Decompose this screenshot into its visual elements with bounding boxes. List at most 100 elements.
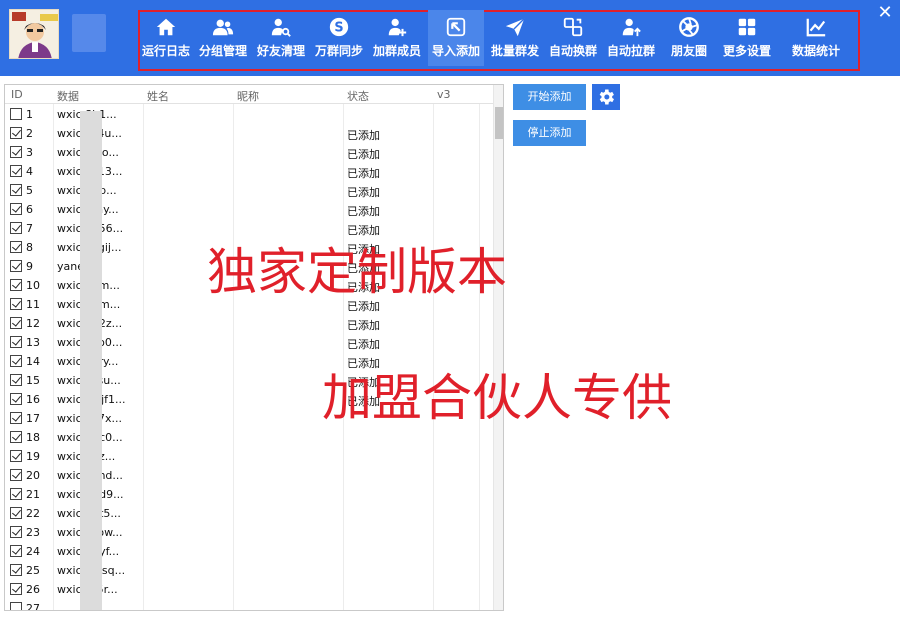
table-row[interactable]: 27: [5, 599, 493, 611]
row-checkbox[interactable]: [10, 450, 22, 462]
start-add-button[interactable]: 开始添加: [513, 84, 586, 110]
row-checkbox[interactable]: [10, 260, 22, 272]
row-checkbox[interactable]: [10, 469, 22, 481]
nav-run-log[interactable]: 运行日志: [140, 10, 192, 66]
nav-group-manage[interactable]: 分组管理: [196, 10, 250, 66]
table-row[interactable]: 18 wxic 7gc0...: [5, 428, 493, 447]
row-id: 15: [26, 374, 40, 387]
col-v3[interactable]: v3: [437, 88, 451, 101]
row-id: 5: [26, 184, 33, 197]
nav-moments[interactable]: 朋友圈: [662, 10, 716, 66]
table-row[interactable]: 22 wxic 9ut5...: [5, 504, 493, 523]
table-scrollbar[interactable]: [493, 85, 503, 610]
col-id[interactable]: ID: [11, 88, 23, 101]
table-row[interactable]: 4 wxic z413... 已添加: [5, 162, 493, 181]
table-row[interactable]: 6wxic tday...已添加: [5, 200, 493, 219]
table-row[interactable]: 21 wxic g1d9...: [5, 485, 493, 504]
row-checkbox[interactable]: [10, 564, 22, 576]
row-checkbox[interactable]: [10, 393, 22, 405]
row-id: 4: [26, 165, 33, 178]
nav-import-add[interactable]: 导入添加: [428, 10, 484, 66]
row-checkbox[interactable]: [10, 488, 22, 500]
col-nickname[interactable]: 昵称: [237, 88, 259, 104]
row-checkbox[interactable]: [10, 317, 22, 329]
row-checkbox[interactable]: [10, 165, 22, 177]
nav-label: 好友清理: [256, 44, 305, 58]
row-checkbox[interactable]: [10, 184, 22, 196]
row-status: 已添加: [347, 205, 380, 218]
row-checkbox[interactable]: [10, 374, 22, 386]
avatar-logo-icon: [9, 9, 59, 59]
row-checkbox[interactable]: [10, 507, 22, 519]
row-status: 已添加: [347, 319, 380, 332]
nav-bulk-send[interactable]: 批量群发: [488, 10, 542, 66]
row-checkbox[interactable]: [10, 127, 22, 139]
top-toolbar: 运行日志 分组管理 好友清理 S 万群同步 加群成员 导入添加 批量群发 自动换…: [0, 0, 900, 76]
table-row[interactable]: 2 wxic zy4u... 已添加: [5, 124, 493, 143]
row-id: 18: [26, 431, 40, 444]
row-checkbox[interactable]: [10, 298, 22, 310]
nav-label: 导入添加: [431, 44, 480, 58]
chart-icon: [805, 16, 827, 38]
user-search-icon: [270, 16, 292, 38]
table-row[interactable]: 3 wxic 0lao... 已添加: [5, 143, 493, 162]
table-row[interactable]: 24 wxic 6byf...: [5, 542, 493, 561]
row-checkbox[interactable]: [10, 431, 22, 443]
table-row[interactable]: 20 wxic qkhd...: [5, 466, 493, 485]
table-row[interactable]: 19wxic i9fz...: [5, 447, 493, 466]
row-id: 17: [26, 412, 40, 425]
table-row[interactable]: 25 wxic 1iesq...: [5, 561, 493, 580]
row-id: 27: [26, 602, 40, 611]
col-data[interactable]: 数据: [57, 88, 79, 104]
send-icon: [504, 16, 526, 38]
nav-more-settings[interactable]: 更多设置: [720, 10, 774, 66]
row-checkbox[interactable]: [10, 412, 22, 424]
close-button[interactable]: ✕: [874, 2, 896, 24]
col-name[interactable]: 姓名: [147, 88, 169, 104]
row-checkbox[interactable]: [10, 526, 22, 538]
row-checkbox[interactable]: [10, 222, 22, 234]
table-row[interactable]: 26wxic r85r...: [5, 580, 493, 599]
nav-label: 自动拉群: [606, 44, 655, 58]
row-status: 已添加: [347, 338, 380, 351]
blurred-data-mask: [80, 111, 102, 610]
table-row[interactable]: 5wxic 77p...已添加: [5, 181, 493, 200]
row-checkbox[interactable]: [10, 602, 22, 610]
row-id: 3: [26, 146, 33, 159]
table-row[interactable]: 1wxic 8h1...: [5, 105, 493, 124]
blurred-title: [72, 14, 106, 52]
row-checkbox[interactable]: [10, 279, 22, 291]
col-status[interactable]: 状态: [347, 88, 369, 104]
row-id: 22: [26, 507, 40, 520]
nav-label: 加群成员: [372, 44, 421, 58]
row-checkbox[interactable]: [10, 355, 22, 367]
table-row[interactable]: 13 wxic kuo0... 已添加: [5, 333, 493, 352]
sync-icon: S: [328, 16, 350, 38]
nav-data-stats[interactable]: 数据统计: [782, 10, 850, 66]
table-header: ID 数据 姓名 昵称 状态 v3: [5, 85, 493, 104]
table-row[interactable]: 12 wxic o22z... 已添加: [5, 314, 493, 333]
stop-add-button[interactable]: 停止添加: [513, 120, 586, 146]
row-id: 8: [26, 241, 33, 254]
row-checkbox[interactable]: [10, 545, 22, 557]
nav-join-members[interactable]: 加群成员: [370, 10, 424, 66]
watermark-line-1: 独家定制版本: [207, 243, 507, 301]
row-checkbox[interactable]: [10, 146, 22, 158]
table-row[interactable]: 23 wxic vsow...: [5, 523, 493, 542]
nav-group-sync[interactable]: S 万群同步: [312, 10, 366, 66]
row-checkbox[interactable]: [10, 336, 22, 348]
row-id: 11: [26, 298, 40, 311]
row-checkbox[interactable]: [10, 108, 22, 120]
nav-auto-swap-group[interactable]: 自动换群: [546, 10, 600, 66]
nav-label: 分组管理: [198, 44, 247, 58]
nav-auto-pull-group[interactable]: 自动拉群: [604, 10, 658, 66]
row-id: 23: [26, 526, 40, 539]
nav-friend-clean[interactable]: 好友清理: [254, 10, 308, 66]
row-checkbox[interactable]: [10, 241, 22, 253]
scrollbar-thumb[interactable]: [495, 107, 503, 139]
row-checkbox[interactable]: [10, 203, 22, 215]
user-up-icon: [620, 16, 642, 38]
settings-button[interactable]: [592, 84, 620, 110]
row-checkbox[interactable]: [10, 583, 22, 595]
user-add-icon: [386, 16, 408, 38]
